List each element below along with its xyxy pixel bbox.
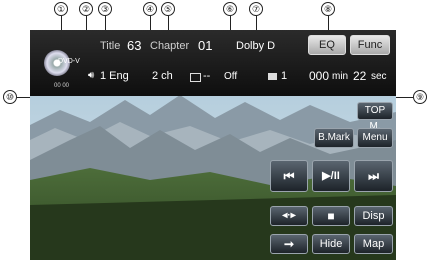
status-bar: DVD-V 00 00 Title 63 Chapter 01 Dolby D … — [30, 30, 396, 96]
next-track-button[interactable]: ⏭ — [354, 160, 393, 192]
elapsed-seconds: 22 — [353, 69, 367, 83]
subtitle-language: -- — [203, 70, 211, 82]
callout-10: ⑩ — [3, 90, 17, 104]
audio-channels: 2 ch — [152, 70, 173, 82]
callout-5: ⑤ — [161, 2, 175, 16]
callout-1: ① — [54, 2, 68, 16]
callout-6: ⑥ — [223, 2, 237, 16]
chapter-number: 01 — [198, 38, 213, 53]
hide-button[interactable]: Hide — [312, 234, 350, 254]
play-pause-button[interactable]: ▶/II — [312, 160, 350, 192]
disc-time-mark: 00 00 — [54, 83, 70, 89]
elapsed-minutes: 000 — [309, 69, 330, 83]
callout-3: ③ — [98, 2, 112, 16]
subtitle-icon — [190, 73, 201, 82]
angle-value: 1 — [281, 70, 288, 82]
callout-4: ④ — [143, 2, 157, 16]
angle-camera-icon — [268, 73, 277, 80]
disp-button[interactable]: Disp — [354, 206, 393, 226]
bookmark-button[interactable]: B.Mark — [314, 128, 354, 148]
previous-track-button[interactable]: ⏮ — [270, 160, 308, 192]
top-menu-button[interactable]: TOP M. — [357, 102, 393, 132]
menu-button[interactable]: Menu — [357, 128, 393, 148]
audio-language: 1 Eng — [100, 70, 129, 82]
audio-format: Dolby D — [236, 40, 276, 52]
callout-8: ⑧ — [321, 2, 335, 16]
speaker-icon: 🔊︎ — [88, 70, 95, 81]
disc-type-label: DVD-V — [58, 58, 80, 65]
map-button[interactable]: Map — [354, 234, 393, 254]
arrow-keys-button[interactable]: ◂·▸ — [270, 206, 308, 226]
subtitle-value: Off — [224, 71, 238, 82]
second-unit: sec — [371, 71, 387, 82]
func-button[interactable]: Func — [350, 35, 390, 55]
dvd-playback-screen: DVD-V 00 00 Title 63 Chapter 01 Dolby D … — [30, 30, 396, 260]
hide-arrow-button[interactable]: ➞ — [270, 234, 308, 254]
callout-2: ② — [79, 2, 93, 16]
title-label: Title — [100, 40, 121, 52]
stop-button[interactable]: ■ — [312, 206, 350, 226]
minute-unit: min — [332, 71, 349, 82]
chapter-label: Chapter — [150, 40, 190, 52]
title-number: 63 — [127, 38, 142, 53]
callout-9: ⑨ — [413, 90, 427, 104]
eq-button[interactable]: EQ — [308, 35, 346, 55]
callout-7: ⑦ — [249, 2, 263, 16]
